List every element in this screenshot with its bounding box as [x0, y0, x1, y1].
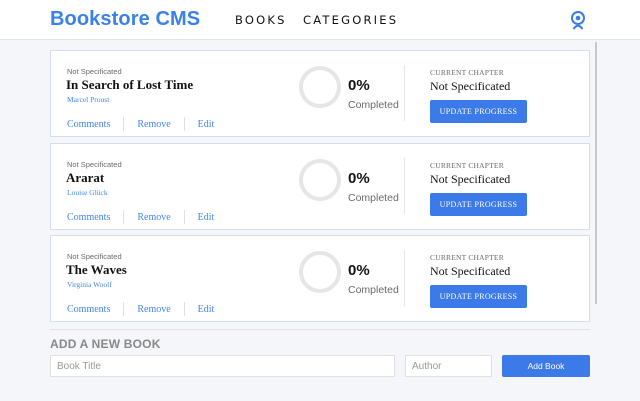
remove-button[interactable]: Remove: [137, 304, 170, 315]
action-divider: [123, 210, 125, 224]
action-divider: [183, 210, 185, 224]
progress-percent: 0%: [348, 262, 370, 279]
update-progress-button[interactable]: UPDATE PROGRESS: [430, 100, 527, 123]
chapter-label: CURRENT CHAPTER: [430, 253, 504, 262]
progress-label: Completed: [348, 99, 399, 111]
book-author: Virginia Woolf: [67, 280, 112, 289]
progress-ring: [299, 251, 341, 293]
book-card: Not Specificated Ararat Louise Glück Com…: [50, 143, 590, 230]
book-card: Not Specificated The Waves Virginia Wool…: [50, 235, 590, 322]
chapter-label: CURRENT CHAPTER: [430, 68, 504, 77]
current-chapter: Not Specificated: [430, 79, 511, 93]
nav-categories[interactable]: CATEGORIES: [303, 13, 398, 27]
action-divider: [123, 302, 125, 316]
progress-label: Completed: [348, 284, 399, 296]
progress-ring: [299, 66, 341, 108]
book-genre: Not Specificated: [67, 160, 122, 169]
remove-button[interactable]: Remove: [137, 119, 170, 130]
card-divider: [404, 65, 405, 121]
progress-percent: 0%: [348, 77, 370, 94]
book-actions: Comments Remove Edit: [67, 117, 214, 131]
comments-button[interactable]: Comments: [67, 212, 110, 223]
progress-ring: [299, 159, 341, 201]
book-card: Not Specificated In Search of Lost Time …: [50, 50, 590, 137]
update-progress-button[interactable]: UPDATE PROGRESS: [430, 285, 527, 308]
author-input[interactable]: Author: [405, 355, 492, 377]
user-icon[interactable]: [567, 9, 589, 31]
book-genre: Not Specificated: [67, 252, 122, 261]
update-progress-button[interactable]: UPDATE PROGRESS: [430, 193, 527, 216]
book-genre: Not Specificated: [67, 67, 122, 76]
add-book-button[interactable]: Add Book: [502, 355, 590, 377]
progress-percent: 0%: [348, 170, 370, 187]
brand-logo[interactable]: Bookstore CMS: [50, 8, 200, 31]
add-book-heading: ADD A NEW BOOK: [50, 337, 161, 351]
section-divider: [50, 329, 590, 330]
action-divider: [123, 117, 125, 131]
action-divider: [183, 117, 185, 131]
card-divider: [404, 158, 405, 214]
book-title-input[interactable]: Book Title: [50, 355, 395, 377]
nav-books[interactable]: BOOKS: [235, 13, 287, 27]
current-chapter: Not Specificated: [430, 264, 511, 278]
comments-button[interactable]: Comments: [67, 119, 110, 130]
current-chapter: Not Specificated: [430, 172, 511, 186]
comments-button[interactable]: Comments: [67, 304, 110, 315]
book-actions: Comments Remove Edit: [67, 210, 214, 224]
action-divider: [183, 302, 185, 316]
scrollbar[interactable]: [595, 42, 597, 304]
progress-label: Completed: [348, 192, 399, 204]
chapter-label: CURRENT CHAPTER: [430, 161, 504, 170]
edit-button[interactable]: Edit: [198, 212, 215, 223]
remove-button[interactable]: Remove: [137, 212, 170, 223]
book-actions: Comments Remove Edit: [67, 302, 214, 316]
book-title: In Search of Lost Time: [66, 77, 194, 92]
book-author: Marcel Proust: [67, 95, 110, 104]
book-title: The Waves: [66, 262, 127, 277]
header: Bookstore CMS BOOKS CATEGORIES: [0, 0, 640, 40]
card-divider: [404, 250, 405, 306]
edit-button[interactable]: Edit: [198, 304, 215, 315]
book-title: Ararat: [66, 170, 105, 185]
book-author: Louise Glück: [67, 188, 108, 197]
edit-button[interactable]: Edit: [198, 119, 215, 130]
